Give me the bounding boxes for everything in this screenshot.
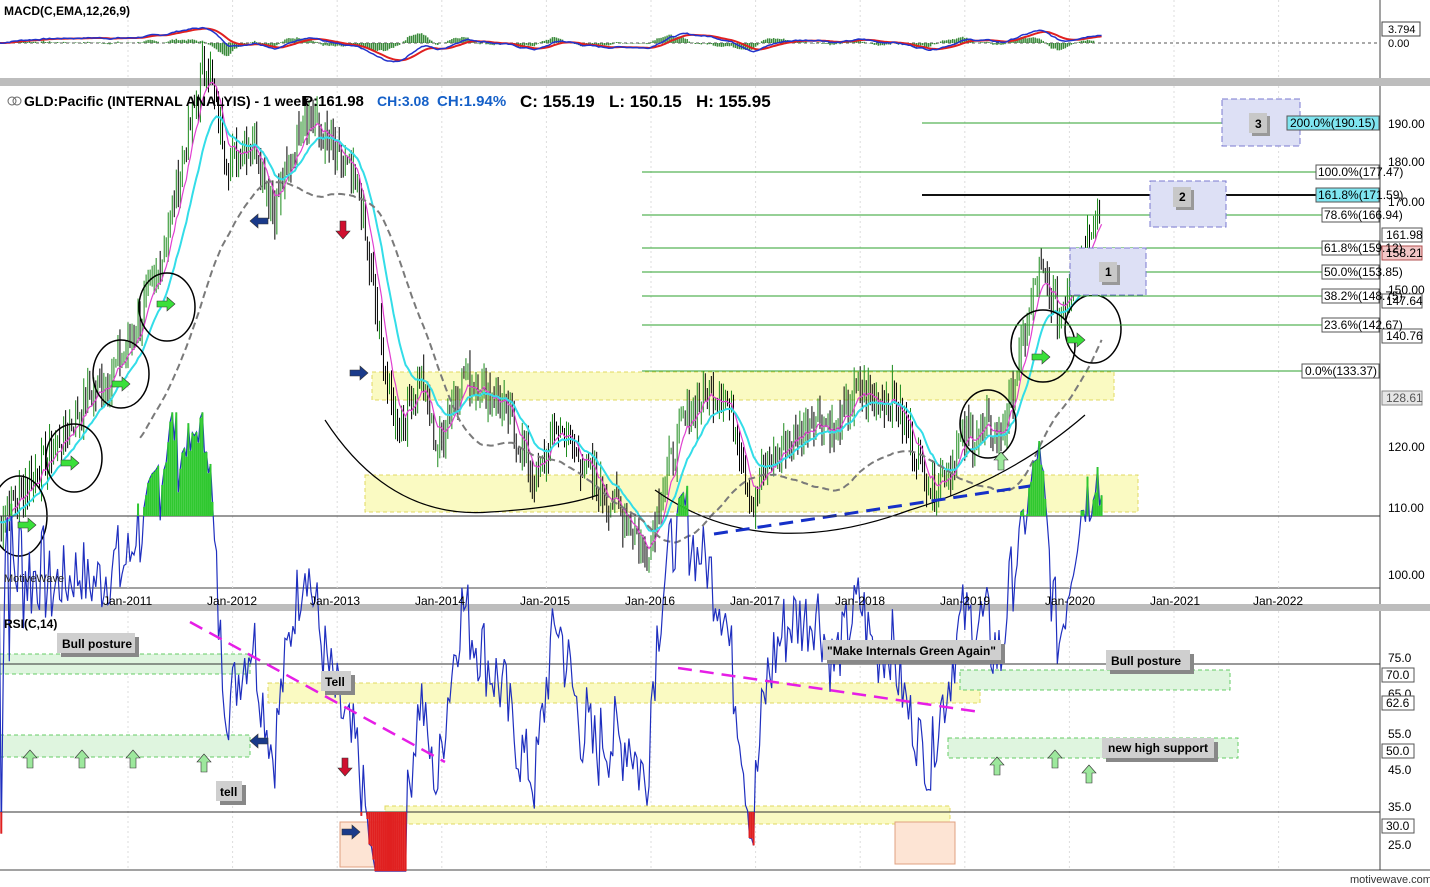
rsi-annotation: "Make Internals Green Again" — [827, 644, 996, 658]
x-tick: Jan-2011 — [103, 594, 152, 608]
rsi-tick: 45.0 — [1388, 763, 1412, 777]
rsi-zone — [384, 805, 951, 825]
rsi-badge: 30.0 — [1386, 819, 1410, 833]
macd-last-badge: 3.794 — [1388, 24, 1416, 36]
price-tick: 100.00 — [1388, 568, 1425, 582]
macd-zero-tick: 0.00 — [1388, 38, 1409, 50]
price-badge: 128.61 — [1386, 391, 1423, 405]
high-value: H: 155.95 — [696, 92, 771, 111]
rsi-zone — [0, 734, 251, 758]
rsi-badge: 50.0 — [1386, 744, 1410, 758]
x-tick: Jan-2017 — [730, 594, 780, 608]
change-value: CH:3.08 — [377, 93, 429, 109]
rsi-axis: 75.0 65.0 55.0 45.0 35.0 25.0 70.0 62.6 … — [1381, 651, 1415, 852]
price-tick: 190.00 — [1388, 117, 1425, 131]
price-badge: 161.98 — [1386, 228, 1423, 242]
fib-label: 61.8%(159.12) — [1324, 241, 1403, 255]
x-tick: Jan-2012 — [207, 594, 257, 608]
last-price: P:161.98 — [303, 93, 364, 110]
fib-label: 78.6%(166.94) — [1324, 208, 1403, 222]
price-tick: 110.00 — [1388, 501, 1424, 515]
rsi-annotation: Tell — [325, 675, 345, 689]
fib-label: 23.6%(142.67) — [1324, 318, 1403, 332]
close-value: C: 155.19 — [520, 92, 595, 111]
rsi-label: RSI(C,14) — [4, 617, 57, 631]
rsi-tick: 25.0 — [1388, 838, 1412, 852]
watermark: MotiveWave — [4, 573, 64, 585]
rsi-tick: 55.0 — [1388, 727, 1412, 741]
rsi-annotation: Bull posture — [1111, 654, 1181, 668]
x-tick: Jan-2014 — [415, 594, 465, 608]
fib-label: 0.0%(133.37) — [1305, 364, 1377, 378]
rsi-zone — [267, 682, 981, 704]
wave-label: 3 — [1255, 117, 1262, 131]
rsi-tick: 35.0 — [1388, 800, 1412, 814]
fib-label: 161.8%(171.59) — [1318, 188, 1403, 202]
fib-label: 38.2%(148.75) — [1324, 289, 1403, 303]
rsi-tick: 75.0 — [1388, 651, 1412, 665]
x-tick: Jan-2013 — [310, 594, 360, 608]
rsi-annotation: new high support — [1108, 741, 1208, 755]
x-tick: Jan-2021 — [1150, 594, 1200, 608]
symbol-label: GLD:Pacific (INTERNAL ANALYIS) - 1 week — [24, 93, 309, 109]
rsi-annotation: tell — [220, 785, 237, 799]
footer-brand: motivewave.com — [1350, 874, 1430, 886]
price-header: GLD:Pacific (INTERNAL ANALYIS) - 1 week … — [7, 92, 771, 111]
fib-label: 50.0%(153.85) — [1324, 265, 1403, 279]
rsi-badge: 70.0 — [1386, 668, 1410, 682]
wave-label: 2 — [1179, 190, 1186, 204]
change-percent: CH:1.94% — [437, 93, 506, 110]
x-tick: Jan-2020 — [1045, 594, 1095, 608]
macd-label: MACD(C,EMA,12,26,9) — [4, 4, 130, 18]
low-value: L: 150.15 — [609, 92, 682, 111]
x-tick: Jan-2019 — [940, 594, 990, 608]
rsi-badge: 62.6 — [1386, 696, 1410, 710]
x-tick: Jan-2018 — [835, 594, 885, 608]
x-tick: Jan-2022 — [1253, 594, 1303, 608]
chart-canvas: MACD(C,EMA,12,26,9) GLD:Pacific (INTERNA… — [0, 0, 1430, 887]
wave-label: 1 — [1105, 265, 1112, 279]
fib-label: 100.0%(177.47) — [1318, 165, 1403, 179]
fib-label: 200.0%(190.15) — [1290, 116, 1375, 130]
x-tick: Jan-2016 — [625, 594, 675, 608]
rsi-annotation: Bull posture — [62, 637, 132, 651]
oversold-box — [894, 821, 956, 865]
x-tick: Jan-2015 — [520, 594, 570, 608]
price-tick: 120.00 — [1388, 440, 1425, 454]
